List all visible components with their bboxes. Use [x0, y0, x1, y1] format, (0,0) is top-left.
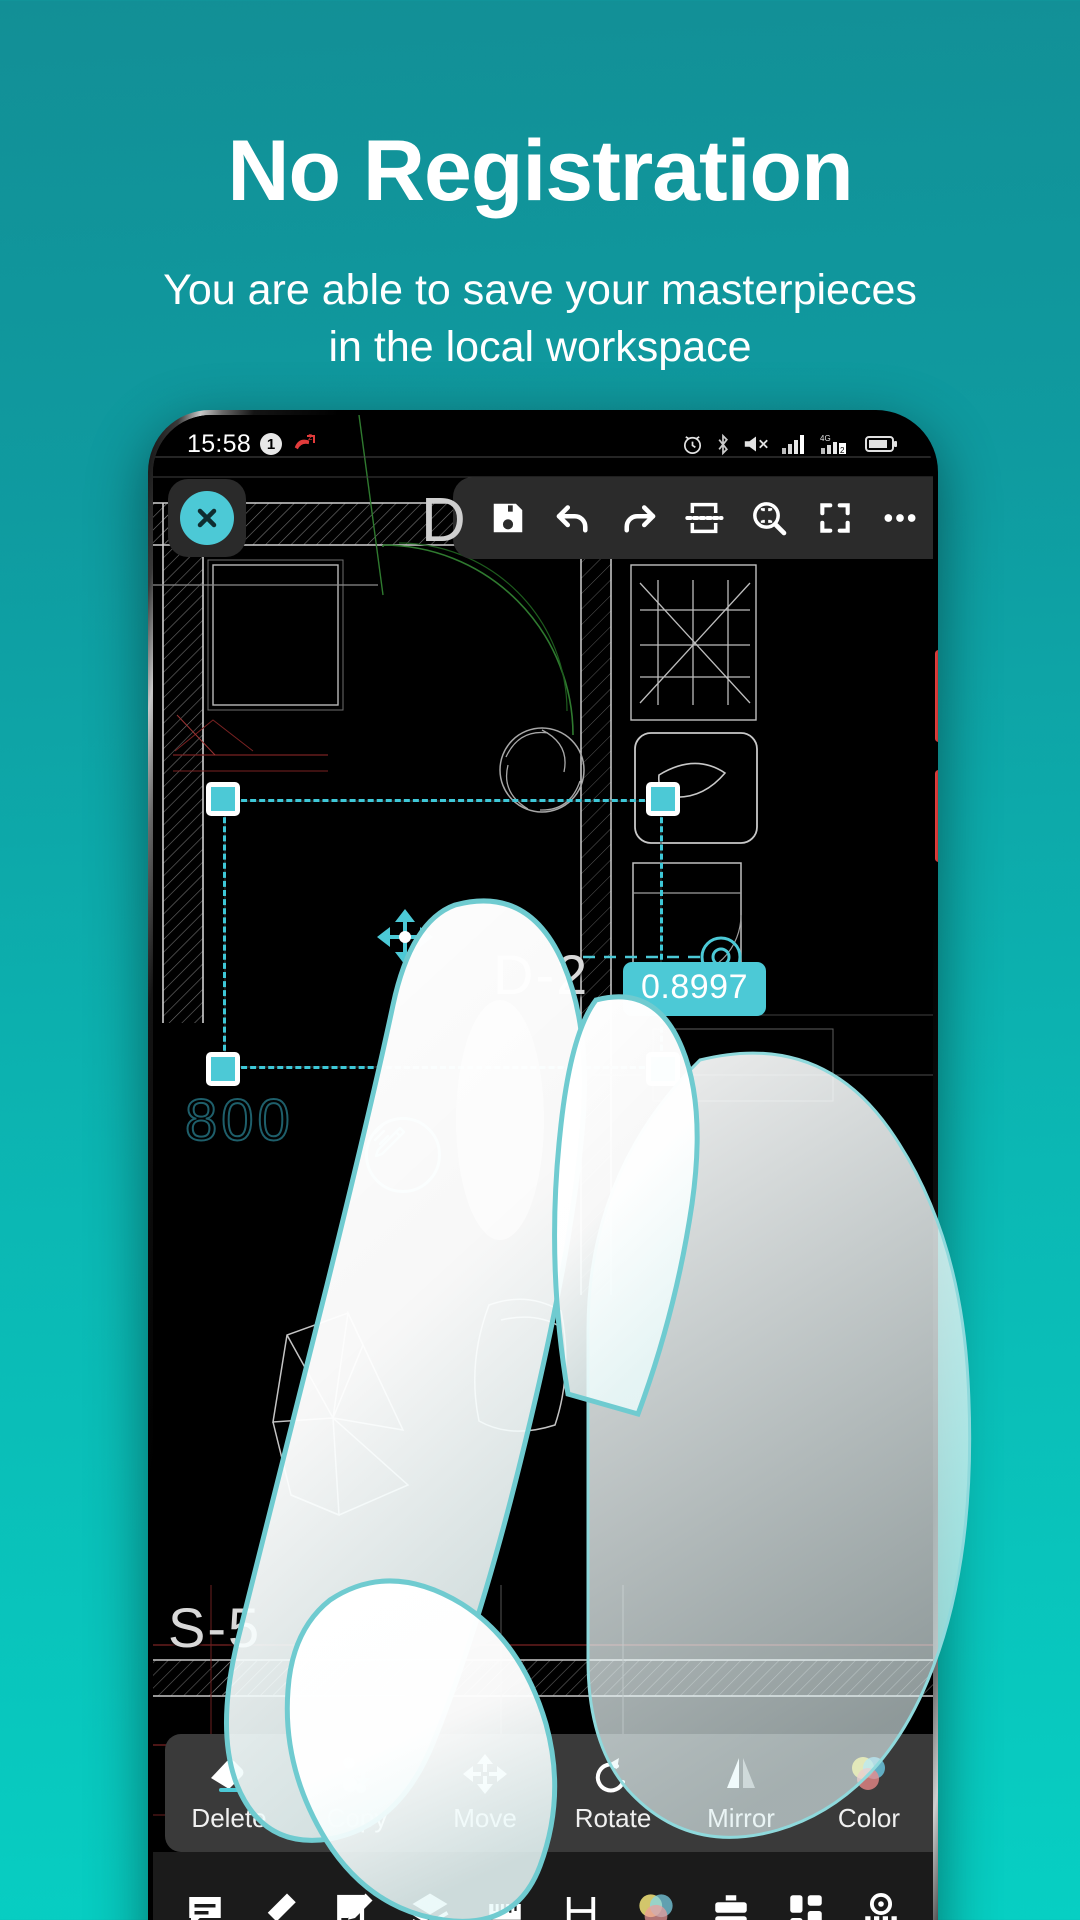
action-color[interactable]: Color	[805, 1752, 933, 1834]
action-label: Move	[453, 1803, 517, 1833]
nav-settings[interactable]	[844, 1890, 919, 1920]
phone-volume-up-button[interactable]	[935, 650, 938, 742]
page-title: No Registration	[227, 123, 853, 219]
selection-handle-top-left[interactable]	[206, 782, 240, 816]
redo-button[interactable]	[606, 477, 671, 559]
dimension-value-badge: 0.8997	[623, 962, 766, 1016]
promo-subtitle-line-1: You are able to save your masterpieces	[163, 266, 917, 314]
save-button[interactable]	[475, 477, 540, 559]
promo-subtitle-line-2: in the local workspace	[328, 322, 752, 371]
status-bar-right: 4G 2	[681, 433, 899, 456]
signal-icon	[781, 433, 809, 455]
rotate-icon	[595, 1758, 625, 1793]
promo-header: No Registration You are able to save you…	[0, 0, 1080, 376]
svg-text:2: 2	[308, 433, 313, 442]
phone-screen: D-2 S-5 800 0.8997 15:58 1 2 4G 2 D Dele…	[153, 415, 933, 1920]
palette-icon	[639, 1894, 673, 1920]
nav-edit[interactable]	[317, 1890, 392, 1920]
mute-icon	[742, 433, 770, 455]
action-delete[interactable]: Delete	[165, 1752, 293, 1834]
move-arrows-icon	[463, 1754, 507, 1794]
status-bar: 15:58 1 2 4G 2	[153, 415, 933, 473]
action-label: Mirror	[707, 1803, 775, 1833]
nav-layers[interactable]	[393, 1890, 468, 1920]
eraser-icon	[211, 1759, 244, 1792]
comment-icon	[188, 1897, 221, 1920]
action-move[interactable]: Move	[421, 1752, 549, 1834]
battery-icon	[865, 434, 899, 454]
fullscreen-button[interactable]	[802, 477, 867, 559]
cad-dimension-800: 800	[184, 1087, 294, 1154]
sim-badge: 1	[260, 433, 283, 455]
undo-button[interactable]	[540, 477, 605, 559]
action-rotate[interactable]: Rotate	[549, 1752, 677, 1834]
action-label: Color	[837, 1803, 901, 1833]
nav-toolbox[interactable]	[693, 1890, 768, 1920]
more-button[interactable]	[868, 477, 933, 559]
promo-subtitle: You are able to save your masterpieces i…	[0, 262, 1080, 376]
copy-icon	[343, 1757, 370, 1793]
selection-handle-bottom-left[interactable]	[206, 1052, 240, 1086]
action-label: Rotate	[574, 1803, 652, 1833]
document-letter-icon: D	[421, 486, 466, 555]
nav-comment[interactable]	[167, 1890, 242, 1920]
action-label: Copy	[326, 1803, 388, 1833]
zoom-search-button[interactable]	[737, 477, 802, 559]
close-button[interactable]	[168, 479, 246, 557]
signal-4g-icon: 4G 2	[820, 433, 854, 455]
ruler-icon	[489, 1904, 522, 1920]
missed-call-icon: 2	[291, 432, 317, 456]
bottom-nav	[153, 1852, 933, 1920]
selection-handle-bottom-right[interactable]	[646, 1052, 680, 1086]
top-toolbar	[453, 477, 933, 559]
dimension-icon	[566, 1897, 595, 1920]
status-time: 15:58	[187, 429, 252, 458]
svg-text:4G: 4G	[820, 434, 831, 443]
phone-volume-down-button[interactable]	[935, 770, 938, 862]
layers-icon	[411, 1893, 449, 1920]
color-palette-icon	[852, 1757, 885, 1790]
bluetooth-icon	[715, 433, 731, 456]
action-label: Delete	[191, 1803, 267, 1833]
nav-grid[interactable]	[769, 1890, 844, 1920]
action-bar: Delete Copy Move Rotate Mirror Color	[165, 1734, 933, 1852]
phone-mockup: D-2 S-5 800 0.8997 15:58 1 2 4G 2 D Dele…	[148, 410, 938, 1920]
grid-icon	[790, 1895, 822, 1920]
draw-pencil-fab[interactable]	[365, 1117, 441, 1193]
alarm-icon	[681, 433, 704, 456]
nav-palette[interactable]	[618, 1890, 693, 1920]
select-area-button[interactable]	[671, 477, 736, 559]
edit-note-icon	[337, 1893, 373, 1920]
cad-label-s5: S-5	[168, 1596, 262, 1659]
selection-box[interactable]	[223, 799, 663, 1069]
svg-text:2: 2	[840, 446, 845, 455]
toolbox-icon	[715, 1895, 747, 1920]
cad-canvas[interactable]: D-2 S-5 800 0.8997	[153, 415, 933, 1920]
close-icon	[180, 491, 234, 545]
marker-pen-icon	[267, 1893, 296, 1920]
action-mirror[interactable]: Mirror	[677, 1752, 805, 1834]
nav-dimension[interactable]	[543, 1890, 618, 1920]
mirror-icon	[727, 1758, 755, 1788]
cad-drawing	[153, 415, 933, 1875]
action-copy[interactable]: Copy	[293, 1752, 421, 1834]
selection-handle-top-right[interactable]	[646, 782, 680, 816]
nav-highlight[interactable]	[242, 1890, 317, 1920]
settings-icon	[865, 1892, 898, 1920]
nav-ruler[interactable]	[468, 1890, 543, 1920]
status-bar-left: 15:58 1 2	[187, 430, 317, 459]
